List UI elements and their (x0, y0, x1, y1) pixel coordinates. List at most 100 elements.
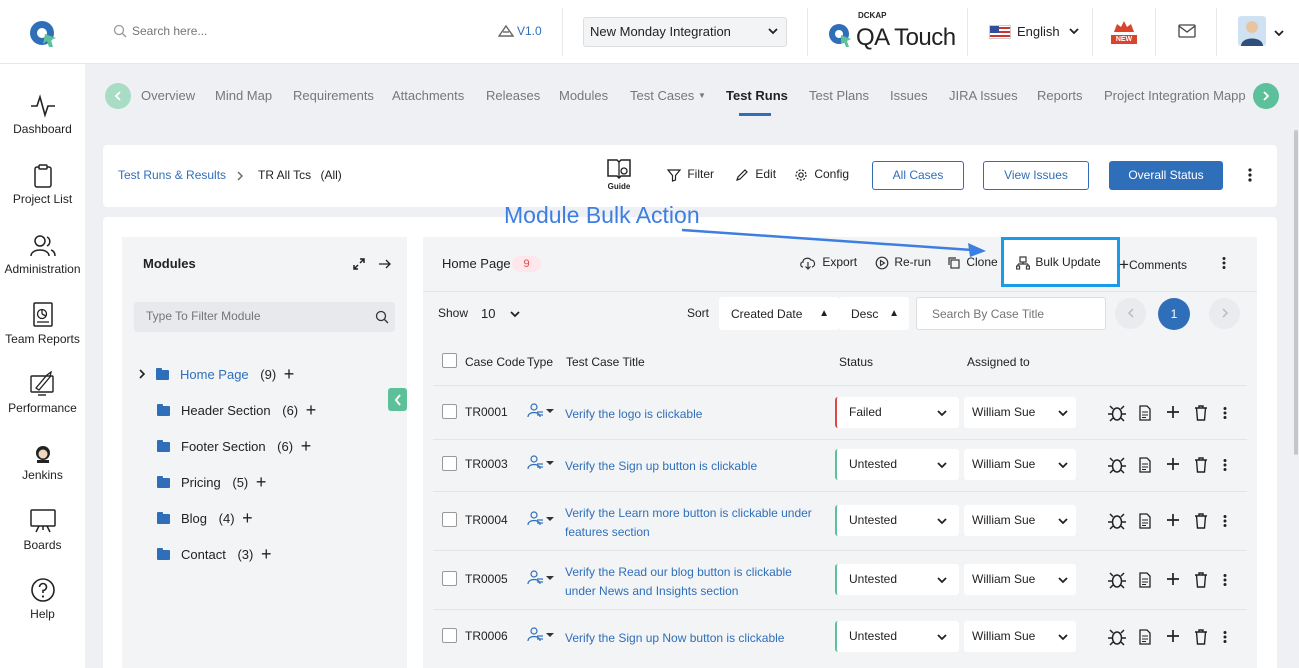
assignee-value: William Sue (972, 512, 1036, 527)
case-title-line: Verify the logo is clickable (565, 406, 703, 421)
row-checkbox[interactable] (442, 403, 457, 419)
page-size-select[interactable]: 10 (471, 297, 526, 330)
plus-icon[interactable] (1166, 513, 1180, 530)
sort-field-value: Created Date (731, 307, 803, 321)
column-header-type[interactable]: Type (527, 355, 553, 369)
case-code: TR0003 (465, 457, 508, 471)
sort-order-value: Desc (851, 307, 879, 321)
status-select[interactable]: Untested (835, 563, 959, 595)
more-vertical-icon[interactable] (1222, 458, 1228, 475)
chevron-down-icon (937, 633, 947, 640)
case-title-link[interactable]: Verify the logo is clickable (565, 405, 820, 424)
chevron-down-icon (1058, 462, 1068, 469)
case-title-link[interactable]: Verify the Read our blog button is click… (565, 563, 820, 601)
status-value: Untested (849, 628, 898, 643)
row-checkbox[interactable] (442, 627, 457, 643)
status-value: Failed (849, 404, 882, 419)
more-vertical-icon[interactable] (1222, 630, 1228, 647)
chevron-down-icon (1058, 517, 1068, 524)
plus-icon[interactable] (1166, 457, 1180, 474)
row-checkbox[interactable] (442, 570, 457, 586)
page-1-button[interactable]: 1 (1158, 298, 1190, 330)
case-title-link[interactable]: Verify the Learn more button is clickabl… (565, 504, 820, 542)
case-type-icon[interactable] (527, 569, 555, 589)
sort-arrows-icon: ▲ (819, 308, 829, 319)
trash-icon[interactable] (1194, 457, 1208, 476)
bug-icon[interactable] (1107, 512, 1127, 533)
row-checkbox[interactable] (442, 456, 457, 471)
bug-icon[interactable] (1107, 404, 1127, 425)
document-icon[interactable] (1139, 512, 1151, 532)
case-type-icon[interactable] (527, 402, 555, 422)
assignee-select[interactable]: William Sue (964, 563, 1076, 595)
case-title-line: under News and Insights section (565, 583, 739, 598)
page-size-value: 10 (481, 306, 496, 321)
case-title-search-input[interactable] (932, 307, 1092, 321)
status-select[interactable]: Untested (835, 620, 959, 652)
trash-icon[interactable] (1194, 571, 1208, 591)
document-icon[interactable] (1139, 628, 1151, 648)
show-label: Show (438, 306, 469, 320)
case-title-line: Verify the Sign up Now button is clickab… (565, 630, 785, 645)
case-title-link[interactable]: Verify the Sign up button is clickable (565, 457, 820, 476)
column-header-status[interactable]: Status (839, 355, 873, 369)
divider (423, 291, 1257, 292)
trash-icon[interactable] (1194, 512, 1208, 532)
case-title-line: Verify the Read our blog button is click… (565, 564, 792, 579)
row-checkbox[interactable] (442, 511, 457, 527)
case-type-icon[interactable] (527, 510, 555, 530)
case-title-search-field[interactable] (916, 297, 1106, 330)
divider (433, 609, 1247, 610)
status-select[interactable]: Untested (835, 504, 959, 536)
case-title-link[interactable]: Verify the Sign up Now button is clickab… (565, 629, 820, 648)
plus-icon[interactable] (1166, 629, 1180, 646)
assignee-value: William Sue (972, 628, 1036, 643)
more-vertical-icon[interactable] (1222, 514, 1228, 531)
status-select[interactable]: Failed (835, 396, 959, 428)
case-type-icon[interactable] (527, 455, 555, 474)
assignee-select[interactable]: William Sue (964, 449, 1076, 480)
document-icon[interactable] (1139, 457, 1151, 476)
more-vertical-icon[interactable] (1222, 573, 1228, 590)
divider (433, 491, 1247, 492)
sort-order-select[interactable]: Desc ▲ (839, 297, 909, 330)
status-value: Untested (849, 571, 898, 586)
case-code: TR0006 (465, 628, 508, 643)
document-icon[interactable] (1139, 404, 1151, 424)
column-header-title[interactable]: Test Case Title (566, 355, 645, 369)
status-value: Untested (849, 457, 898, 471)
assignee-select[interactable]: William Sue (964, 504, 1076, 536)
trash-icon[interactable] (1194, 404, 1208, 424)
document-icon[interactable] (1139, 571, 1151, 591)
select-all-checkbox[interactable] (442, 353, 457, 368)
plus-icon[interactable] (1166, 405, 1180, 422)
bug-icon[interactable] (1107, 571, 1127, 592)
assignee-value: William Sue (972, 404, 1036, 419)
sort-arrows-icon: ▲ (889, 308, 899, 319)
next-page-button[interactable] (1209, 298, 1240, 329)
column-header-assigned[interactable]: Assigned to (967, 355, 1030, 369)
chevron-down-icon (510, 311, 520, 318)
prev-page-button[interactable] (1115, 298, 1146, 329)
assignee-select[interactable]: William Sue (964, 396, 1076, 428)
case-code: TR0001 (465, 404, 508, 419)
case-type-icon[interactable] (527, 626, 555, 646)
chevron-down-icon (1058, 576, 1068, 583)
case-code: TR0005 (465, 571, 508, 586)
chevron-down-icon (937, 409, 947, 416)
plus-icon[interactable] (1166, 572, 1180, 589)
bug-icon[interactable] (1107, 456, 1127, 477)
column-header-case-code[interactable]: Case Code (465, 355, 525, 369)
status-select[interactable]: Untested (835, 449, 959, 480)
more-vertical-icon[interactable] (1222, 406, 1228, 423)
divider (433, 385, 1247, 386)
assignee-select[interactable]: William Sue (964, 620, 1076, 652)
divider (433, 439, 1247, 440)
bug-icon[interactable] (1107, 628, 1127, 649)
sort-field-select[interactable]: Created Date ▲ (719, 297, 839, 330)
chevron-down-icon (1058, 633, 1068, 640)
chevron-left-icon (1127, 308, 1134, 318)
trash-icon[interactable] (1194, 628, 1208, 648)
case-title-line: Verify the Learn more button is clickabl… (565, 505, 812, 520)
chevron-down-icon (937, 576, 947, 583)
